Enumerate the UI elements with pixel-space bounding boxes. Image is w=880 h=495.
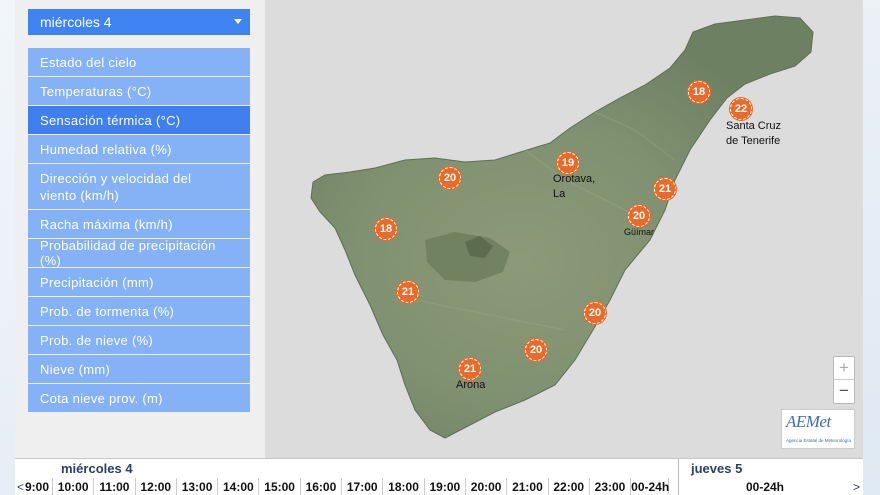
temperature-marker[interactable]: 22 — [730, 98, 752, 120]
temperature-marker[interactable]: 20 — [584, 302, 606, 324]
hour-slot[interactable]: 14:00 — [218, 478, 260, 495]
hour-slot[interactable]: 13:00 — [177, 478, 219, 495]
day-select[interactable]: miércoles 4 — [28, 9, 250, 35]
menu-item-label: Estado del cielo — [40, 54, 137, 70]
hour-slot[interactable]: 23:00 — [590, 478, 632, 495]
zoom-out-button[interactable]: − — [834, 380, 854, 403]
hour-slot[interactable]: 15:00 — [259, 478, 301, 495]
menu-item-racha[interactable]: Racha máxima (km/h) — [28, 210, 250, 238]
place-label-guimar: Güímar — [624, 227, 655, 237]
menu-item-label: Prob. de nieve (%) — [40, 332, 154, 348]
menu-item-estado-cielo[interactable]: Estado del cielo — [28, 48, 250, 76]
day-separator — [678, 459, 679, 495]
variable-menu: Estado del cielo Temperaturas (°C) Sensa… — [28, 48, 250, 413]
marker-value: 21 — [658, 183, 672, 195]
temperature-marker[interactable]: 21 — [654, 178, 676, 200]
place-label-santa-cruz: Santa Cruz de Tenerife — [726, 120, 782, 147]
time-selector: miércoles 4 jueves 5 < 9:00 10:00 11:00 … — [15, 458, 863, 495]
menu-item-cota-nieve[interactable]: Cota nieve prov. (m) — [28, 384, 250, 412]
hour-slot[interactable]: 22:00 — [549, 478, 590, 495]
menu-item-label: Racha máxima (km/h) — [40, 216, 173, 232]
timeline-day-1: miércoles 4 — [61, 461, 133, 476]
menu-item-viento[interactable]: Dirección y velocidad del viento (km/h) — [28, 164, 250, 209]
temperature-marker[interactable]: 20 — [628, 205, 650, 227]
temperature-marker[interactable]: 18 — [375, 218, 397, 240]
marker-value: 20 — [588, 307, 602, 319]
menu-item-humedad[interactable]: Humedad relativa (%) — [28, 135, 250, 163]
marker-value: 19 — [561, 157, 575, 169]
aemet-logo: AEMet Agencia Estatal de Meteorología — [781, 409, 855, 449]
menu-item-label: Temperaturas (°C) — [40, 83, 152, 99]
temperature-marker[interactable]: 21 — [397, 281, 419, 303]
place-label-arona: Arona — [456, 379, 486, 391]
menu-item-precipitacion[interactable]: Precipitación (mm) — [28, 268, 250, 296]
marker-value: 18 — [692, 86, 706, 98]
temperature-marker[interactable]: 21 — [459, 358, 481, 380]
menu-item-temperaturas[interactable]: Temperaturas (°C) — [28, 77, 250, 105]
marker-value: 21 — [463, 363, 477, 375]
logo-subtitle: Agencia Estatal de Meteorología — [786, 438, 852, 443]
hour-list: 9:00 10:00 11:00 12:00 13:00 14:00 15:00… — [25, 478, 669, 495]
hour-slot[interactable]: 10:00 — [53, 478, 95, 495]
menu-item-sensacion-termica[interactable]: Sensación térmica (°C) — [28, 106, 250, 134]
day-select-value: miércoles 4 — [40, 14, 112, 30]
menu-item-label: Prob. de tormenta (%) — [40, 303, 175, 319]
menu-item-label: Sensación térmica (°C) — [40, 112, 181, 128]
temperature-marker[interactable]: 18 — [688, 81, 710, 103]
marker-value: 20 — [632, 210, 646, 222]
menu-item-label: Probabilidad de precipitación (%) — [40, 238, 216, 268]
zoom-control: + − — [833, 356, 855, 404]
timeline-next-arrow[interactable]: > — [853, 480, 860, 494]
logo-mark: AEMet — [786, 412, 831, 431]
menu-item-label: Cota nieve prov. (m) — [40, 390, 163, 406]
temperature-marker[interactable]: 20 — [439, 167, 461, 189]
place-label-orotava: Orotava, La — [553, 173, 596, 200]
hour-slot[interactable]: 11:00 — [94, 478, 136, 495]
marker-value: 21 — [401, 286, 415, 298]
hour-slot[interactable]: 19:00 — [425, 478, 466, 495]
menu-item-prob-nieve[interactable]: Prob. de nieve (%) — [28, 326, 250, 354]
hour-slot[interactable]: 18:00 — [383, 478, 425, 495]
timeline-day-2: jueves 5 — [691, 461, 743, 476]
temperature-marker[interactable]: 19 — [557, 152, 579, 174]
map-view[interactable] — [265, 0, 863, 460]
menu-item-label: Precipitación (mm) — [40, 274, 154, 290]
zoom-in-button[interactable]: + — [834, 357, 854, 380]
menu-item-label: Nieve (mm) — [40, 361, 111, 377]
hour-slot[interactable]: 12:00 — [136, 478, 177, 495]
marker-value: 18 — [379, 223, 393, 235]
hour-slot[interactable]: 16:00 — [301, 478, 343, 495]
hour-slot[interactable]: 17:00 — [342, 478, 384, 495]
marker-value: 22 — [734, 103, 748, 115]
marker-value: 20 — [529, 344, 543, 356]
menu-item-prob-tormenta[interactable]: Prob. de tormenta (%) — [28, 297, 250, 325]
marker-value: 20 — [443, 172, 457, 184]
menu-item-label: Humedad relativa (%) — [40, 141, 172, 157]
menu-item-label: Dirección y velocidad del viento (km/h) — [40, 170, 192, 203]
menu-item-nieve[interactable]: Nieve (mm) — [28, 355, 250, 383]
hour-slot[interactable]: 9:00 — [25, 478, 53, 495]
hour-slot-day[interactable]: 00-24h — [631, 478, 669, 495]
chevron-down-icon — [234, 19, 242, 24]
timeline-prev-arrow[interactable]: < — [17, 480, 24, 494]
next-day-slot[interactable]: 00-24h — [680, 478, 850, 495]
hour-slot[interactable]: 20:00 — [466, 478, 508, 495]
hour-slot[interactable]: 21:00 — [507, 478, 549, 495]
island-map — [310, 15, 814, 439]
menu-item-prob-precipitacion[interactable]: Probabilidad de precipitación (%) — [28, 238, 250, 268]
temperature-marker[interactable]: 20 — [525, 339, 547, 361]
